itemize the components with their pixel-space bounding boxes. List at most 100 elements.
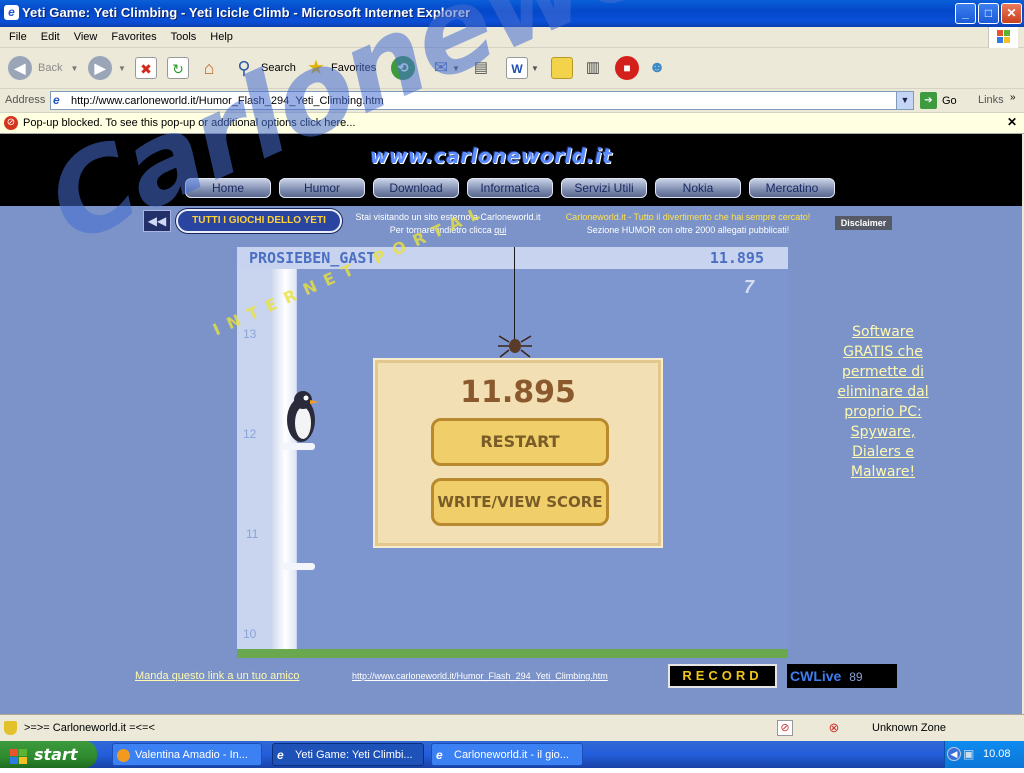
start-button[interactable]: start: [0, 741, 97, 768]
all-yeti-games-button[interactable]: TUTTI I GIOCHI DELLO YETI: [176, 209, 342, 233]
cwlive-label: CWLive: [790, 668, 842, 684]
ie-task-icon: e: [277, 748, 284, 762]
network-icon[interactable]: ▣: [963, 747, 977, 761]
write-view-score-button[interactable]: WRITE/VIEW SCORE: [431, 478, 609, 526]
search-button[interactable]: ⚲ Search: [233, 54, 295, 82]
external-notice-line: Per tornare indietro clicca qui: [345, 224, 551, 237]
tagline-line: Carloneworld.it - Tutto il divertimento …: [565, 212, 811, 222]
nav-nokia[interactable]: Nokia: [655, 178, 741, 198]
users-button[interactable]: ☻: [646, 54, 668, 82]
record-button[interactable]: RECORD: [668, 664, 777, 688]
go-label: Go: [942, 94, 957, 107]
windows-flag-icon: [988, 27, 1018, 48]
task-carloneworld[interactable]: e Carloneworld.it - il gio...: [431, 743, 583, 766]
height-marker: 10: [243, 627, 257, 641]
task-valentina[interactable]: Valentina Amadio - In...: [112, 743, 262, 766]
tray-expand-icon[interactable]: ◀: [947, 747, 961, 761]
stop-icon: ✖: [135, 57, 157, 79]
forward-button[interactable]: ▶ ▼: [88, 54, 126, 82]
stop-button[interactable]: ✖: [135, 54, 157, 82]
menu-bar: File Edit View Favorites Tools Help: [0, 27, 1024, 48]
links-label[interactable]: Links: [978, 94, 1004, 106]
messenger-task-icon: [117, 749, 130, 762]
ice-ledge: [283, 563, 315, 570]
cwlive-button[interactable]: CWLive 89: [787, 664, 897, 688]
spider-thread: [514, 247, 515, 339]
mail-button[interactable]: ✉ ▼: [430, 54, 460, 82]
final-score: 11.895: [460, 375, 576, 410]
nav-servizi-utili[interactable]: Servizi Utili: [561, 178, 647, 198]
menu-help[interactable]: Help: [210, 27, 233, 47]
address-label: Address: [5, 94, 46, 106]
security-zone: Unknown Zone: [872, 722, 946, 734]
send-to-friend-link[interactable]: Manda questo link a un tuo amico: [135, 670, 300, 682]
history-button[interactable]: ⟲: [391, 54, 415, 82]
ad-line: permette di: [841, 364, 925, 380]
status-bar: >=>= Carloneworld.it =<=< ⊘ ⊗ Unknown Zo…: [0, 714, 1024, 741]
back-button[interactable]: ◀ Back ▼: [8, 54, 78, 82]
home-button[interactable]: ⌂: [198, 54, 220, 82]
refresh-icon: ↻: [167, 57, 189, 79]
icicle-column: [272, 269, 296, 658]
dropdown-arrow-icon: ▼: [118, 63, 126, 73]
popup-blocker-icon[interactable]: ⊘: [777, 720, 793, 736]
home-icon: ⌂: [203, 58, 215, 78]
chevron-right-icon[interactable]: »: [1010, 92, 1016, 103]
nav-mercatino[interactable]: Mercatino: [749, 178, 835, 198]
research-button[interactable]: ▥: [582, 54, 604, 82]
go-button[interactable]: ➔ Go: [920, 92, 957, 109]
task-yeti-game[interactable]: e Yeti Game: Yeti Climbi...: [272, 743, 424, 766]
popup-text: Pop-up blocked. To see this pop-up or ad…: [23, 117, 356, 129]
menu-favorites[interactable]: Favorites: [111, 27, 156, 47]
restart-button[interactable]: RESTART: [431, 418, 609, 466]
ad-line: Malware!: [850, 464, 916, 480]
address-input[interactable]: e http://www.carloneworld.it/Humor_Flash…: [50, 91, 914, 110]
nav-download[interactable]: Download: [373, 178, 459, 198]
minimize-button[interactable]: _: [955, 3, 976, 24]
clock: 10.08: [983, 748, 1011, 760]
game-footer-strip: [237, 649, 788, 658]
address-url: http://www.carloneworld.it/Humor_Flash_2…: [71, 95, 384, 107]
spyware-ad-link[interactable]: Software GRATIS che permette di eliminar…: [830, 322, 936, 482]
popup-close-icon[interactable]: ✕: [1007, 115, 1017, 129]
refresh-button[interactable]: ↻: [167, 54, 189, 82]
menu-file[interactable]: File: [9, 27, 27, 47]
task-label: Valentina Amadio - In...: [135, 749, 248, 761]
close-button[interactable]: ✕: [1001, 3, 1022, 24]
menu-edit[interactable]: Edit: [41, 27, 60, 47]
go-arrow-icon: ➔: [920, 92, 937, 109]
maximize-button[interactable]: □: [978, 3, 999, 24]
favorites-button[interactable]: ★ Favorites: [305, 54, 376, 82]
system-tray: ◀ ▣ 10.08: [944, 741, 1024, 768]
page-icon: e: [53, 93, 60, 107]
disclaimer-button[interactable]: Disclaimer: [835, 216, 892, 230]
menu-view[interactable]: View: [74, 27, 98, 47]
address-dropdown-icon[interactable]: ▼: [896, 92, 913, 109]
game-area[interactable]: PROSIEBEN_GAST 11.895 7 13 12 11 10 11.8…: [237, 247, 788, 658]
favorites-label: Favorites: [331, 62, 377, 74]
privacy-icon[interactable]: ⊗: [826, 720, 842, 736]
site-logo[interactable]: www.carloneworld.it: [370, 144, 612, 168]
back-here-link[interactable]: qui: [494, 225, 506, 235]
dropdown-arrow-icon: ▼: [531, 63, 539, 73]
nav-home[interactable]: Home: [185, 178, 271, 198]
messenger-button[interactable]: ■: [615, 54, 639, 82]
status-text: >=>= Carloneworld.it =<=<: [24, 722, 155, 734]
nav-informatica[interactable]: Informatica: [467, 178, 553, 198]
menu-tools[interactable]: Tools: [171, 27, 197, 47]
print-button[interactable]: ▤: [470, 54, 492, 82]
footer-url-link[interactable]: http://www.carloneworld.it/Humor_Flash_2…: [352, 671, 608, 681]
task-label: Carloneworld.it - il gio...: [454, 749, 569, 761]
nav-humor[interactable]: Humor: [279, 178, 365, 198]
title-bar: e Yeti Game: Yeti Climbing - Yeti Icicle…: [0, 0, 1024, 27]
mail-icon: ✉: [433, 58, 449, 77]
back-arrows-icon[interactable]: ◀◀: [143, 210, 171, 232]
spider-icon: [498, 335, 532, 358]
history-icon: ⟲: [391, 56, 415, 80]
ad-line: eliminare dal: [837, 384, 929, 400]
discuss-button[interactable]: [551, 54, 573, 82]
popup-blocked-bar[interactable]: ⊘ Pop-up blocked. To see this pop-up or …: [0, 113, 1024, 134]
ad-line: Dialers e: [852, 444, 914, 460]
edit-button[interactable]: W ▼: [506, 54, 539, 82]
site-tagline: Carloneworld.it - Tutto il divertimento …: [553, 211, 823, 237]
